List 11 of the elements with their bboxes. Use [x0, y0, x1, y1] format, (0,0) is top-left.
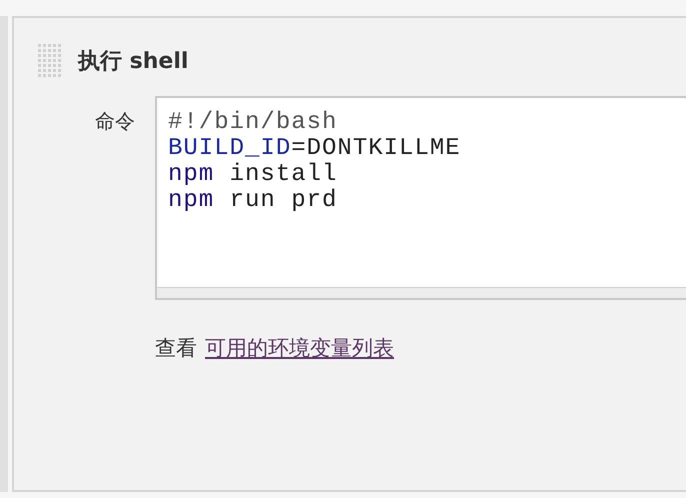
- section-title: 执行 shell: [78, 48, 188, 76]
- code-line: #!/bin/bash: [168, 110, 338, 136]
- help-text: 查看: [155, 335, 197, 362]
- field-label: 命令: [94, 108, 136, 135]
- drag-handle-icon[interactable]: [38, 44, 62, 78]
- command-field[interactable]: #!/bin/bash BUILD_ID=DONTKILLME npm install npm run prd: [155, 96, 686, 300]
- scrollbar[interactable]: [157, 287, 686, 298]
- code-line: npm run prd: [168, 188, 338, 214]
- code-line: BUILD_ID=DONTKILLME: [168, 136, 462, 162]
- code-line: npm install: [168, 162, 338, 188]
- env-vars-link[interactable]: 可用的环境变量列表: [205, 334, 394, 362]
